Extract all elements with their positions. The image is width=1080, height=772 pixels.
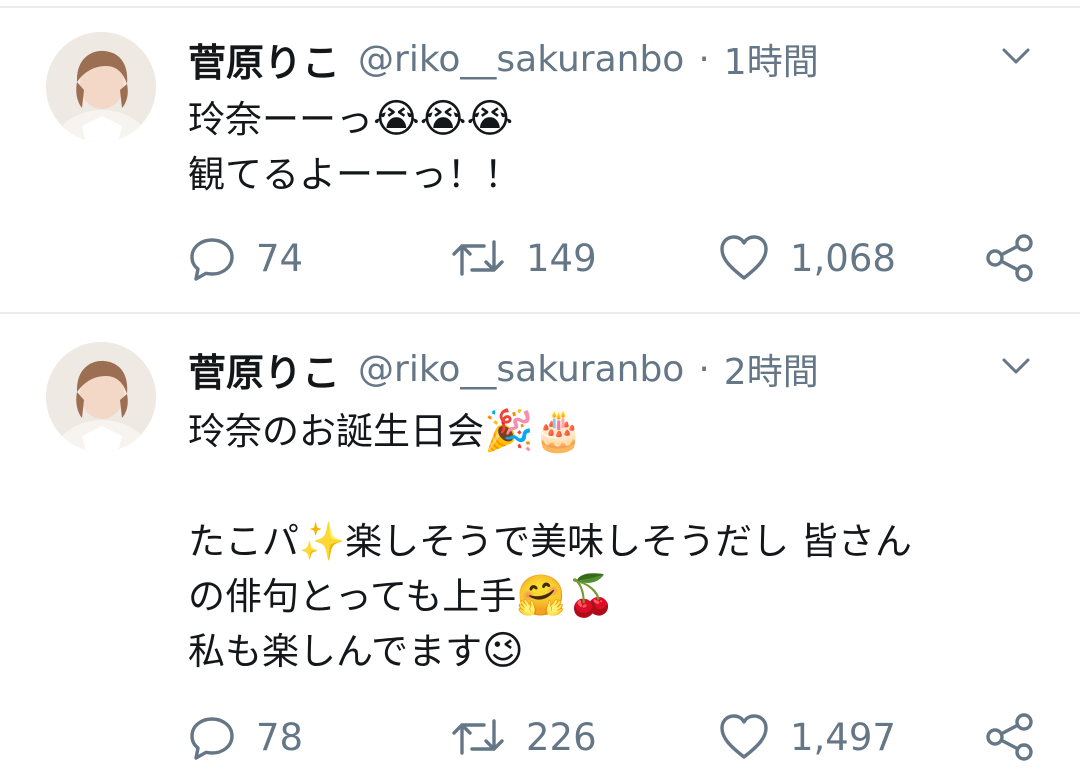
reply-icon — [188, 234, 236, 282]
reply-button[interactable]: 74 — [188, 233, 303, 283]
emoji: 🎉🎂 — [484, 408, 584, 454]
tweet-1[interactable]: 菅原りこ @riko__sakuranbo · 1時間 玲奈ーーっ😭😭😭 観てる… — [0, 0, 1080, 312]
tweet-line: 玲奈ーーっ😭😭😭 — [188, 92, 1038, 147]
reply-icon — [188, 713, 236, 761]
reply-count: 74 — [256, 236, 304, 280]
share-icon — [984, 712, 1036, 762]
user-handle[interactable]: @riko__sakuranbo — [358, 39, 684, 80]
tweet-text: 玲奈ーーっ😭😭😭 観てるよーーっ！！ — [188, 92, 1038, 202]
tweet-line: 玲奈のお誕生日会🎉🎂 — [188, 404, 1038, 459]
reply-count: 78 — [256, 715, 304, 759]
line-text: 玲奈のお誕生日会 — [188, 410, 484, 453]
like-count: 1,068 — [790, 236, 896, 280]
timestamp[interactable]: 2時間 — [724, 343, 819, 395]
retweet-count: 226 — [526, 715, 597, 759]
tweet-2[interactable]: 菅原りこ @riko__sakuranbo · 2時間 玲奈のお誕生日会🎉🎂 た… — [0, 314, 1080, 772]
tweet-text: 玲奈のお誕生日会🎉🎂 たこパ✨楽しそうで美味しそうだし 皆さん の俳句とっても上… — [188, 404, 1038, 679]
line-text: 観てるよーーっ！！ — [188, 153, 521, 196]
reply-button[interactable]: 78 — [188, 712, 303, 762]
share-button[interactable] — [984, 233, 1036, 283]
separator-dot: · — [698, 38, 710, 80]
tweet-line: の俳句とっても上手🤗🍒 — [188, 569, 1038, 624]
line-text: たこパ✨楽しそうで美味しそうだし 皆さん — [188, 520, 912, 563]
retweet-icon — [450, 713, 506, 761]
display-name[interactable]: 菅原りこ — [188, 32, 340, 87]
timestamp[interactable]: 1時間 — [724, 33, 819, 85]
tweet-header: 菅原りこ @riko__sakuranbo · 1時間 — [188, 32, 819, 87]
like-count: 1,497 — [790, 715, 896, 759]
emoji: 😉 — [482, 628, 524, 674]
retweet-button[interactable]: 226 — [450, 712, 597, 762]
tweet-header: 菅原りこ @riko__sakuranbo · 2時間 — [188, 342, 819, 397]
retweet-button[interactable]: 149 — [450, 233, 597, 283]
like-button[interactable]: 1,068 — [718, 233, 896, 283]
heart-icon — [718, 713, 770, 761]
share-button[interactable] — [984, 712, 1036, 762]
display-name[interactable]: 菅原りこ — [188, 342, 340, 397]
user-handle[interactable]: @riko__sakuranbo — [358, 349, 684, 390]
tweet-line: 観てるよーーっ！！ — [188, 147, 1038, 202]
tweet-line: 私も楽しんでます😉 — [188, 624, 1038, 679]
like-button[interactable]: 1,497 — [718, 712, 896, 762]
emoji: 😭😭😭 — [373, 96, 514, 142]
retweet-icon — [450, 234, 506, 282]
retweet-count: 149 — [526, 236, 597, 280]
timeline: 菅原りこ @riko__sakuranbo · 1時間 玲奈ーーっ😭😭😭 観てる… — [0, 0, 1080, 772]
emoji: 🤗🍒 — [516, 573, 616, 619]
chevron-down-icon[interactable] — [996, 36, 1036, 76]
chevron-down-icon[interactable] — [996, 346, 1036, 386]
avatar[interactable] — [46, 342, 156, 452]
line-text: 玲奈ーーっ — [188, 98, 373, 141]
heart-icon — [718, 234, 770, 282]
avatar[interactable] — [46, 32, 156, 142]
share-icon — [984, 233, 1036, 283]
line-text: の俳句とっても上手 — [188, 575, 517, 618]
line-text: 私も楽しんでます — [188, 630, 483, 673]
tweet-line: たこパ✨楽しそうで美味しそうだし 皆さん — [188, 514, 1038, 569]
separator-dot: · — [698, 348, 710, 390]
